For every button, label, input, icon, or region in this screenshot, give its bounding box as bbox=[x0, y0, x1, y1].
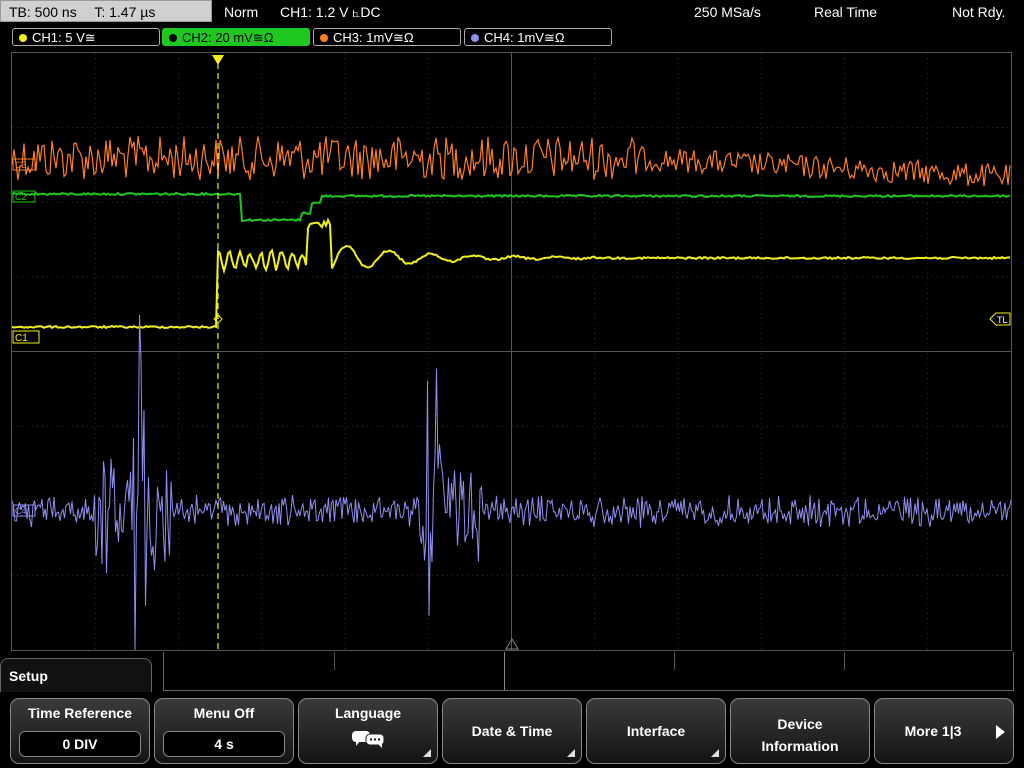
trigger-mode[interactable]: Norm bbox=[224, 0, 258, 24]
bottom-panel: Setup Time Reference 0 DIV Menu Off 4 s … bbox=[0, 652, 1024, 768]
top-status-bar: TB: 500 ns T: 1.47 µs Norm CH1: 1.2 V ⦜D… bbox=[0, 0, 1024, 24]
menu-off-softkey[interactable]: Menu Off 4 s bbox=[154, 698, 294, 764]
submenu-indicator-icon bbox=[711, 749, 719, 757]
submenu-indicator-icon bbox=[567, 749, 575, 757]
overview-center-line bbox=[504, 652, 505, 690]
overview-tick bbox=[674, 652, 675, 670]
channel-3-label: CH3: 1mV≅Ω bbox=[333, 30, 414, 45]
trigger-position-marker-icon[interactable] bbox=[212, 55, 224, 65]
chat-bubbles-icon bbox=[299, 729, 437, 752]
interface-label: Interface bbox=[626, 723, 686, 739]
acquisition-mode: Real Time bbox=[814, 4, 878, 20]
channel-2-button[interactable]: CH2: 20 mV≅Ω bbox=[162, 28, 310, 46]
setup-menu-tab[interactable]: Setup bbox=[0, 658, 152, 692]
svg-text:C4: C4 bbox=[15, 506, 27, 516]
channel-1-offset-marker[interactable]: C1 bbox=[12, 330, 40, 344]
interface-softkey[interactable]: Interface bbox=[586, 698, 726, 764]
more-softkey[interactable]: More 1|3 bbox=[874, 698, 1014, 764]
overview-tick bbox=[334, 652, 335, 670]
channel-3-indicator-icon bbox=[320, 34, 328, 42]
svg-text:TL: TL bbox=[997, 315, 1008, 325]
acquisition-status: Not Rdy. bbox=[952, 4, 1006, 20]
timebase-box[interactable]: TB: 500 ns T: 1.47 µs bbox=[0, 0, 212, 22]
language-label: Language bbox=[334, 705, 402, 721]
waveform-canvas: C3 C2 C1 C4 TL bbox=[12, 53, 1011, 650]
date-time-label: Date & Time bbox=[471, 723, 553, 739]
horizontal-overview-bar bbox=[163, 652, 1014, 691]
channel-4-button[interactable]: CH4: 1mV≅Ω bbox=[464, 28, 612, 46]
svg-text:C2: C2 bbox=[15, 192, 27, 202]
channel-4-offset-marker[interactable]: C4 bbox=[12, 504, 36, 517]
overview-tick bbox=[844, 652, 845, 670]
graticule bbox=[12, 53, 1011, 650]
svg-text:C3: C3 bbox=[15, 160, 27, 170]
submenu-indicator-icon bbox=[423, 749, 431, 757]
device-information-softkey[interactable]: Device Information bbox=[730, 698, 870, 764]
device-information-line1: Device bbox=[777, 716, 823, 732]
softkey-bar: Time Reference 0 DIV Menu Off 4 s Langua… bbox=[0, 698, 1024, 768]
waveform-display[interactable]: C3 C2 C1 C4 TL bbox=[11, 52, 1012, 651]
channel-2-indicator-icon bbox=[169, 34, 177, 42]
svg-text:C1: C1 bbox=[15, 333, 28, 344]
channel-1-label: CH1: 5 V≅ bbox=[32, 30, 96, 45]
trigger-level-marker[interactable]: TL bbox=[989, 312, 1011, 326]
channel-1-button[interactable]: CH1: 5 V≅ bbox=[12, 28, 160, 46]
more-label: More 1|3 bbox=[904, 723, 962, 739]
timebase-readout: TB: 500 ns bbox=[9, 4, 77, 20]
channel-2-label: CH2: 20 mV≅Ω bbox=[182, 30, 274, 45]
channel-4-label: CH4: 1mV≅Ω bbox=[484, 30, 565, 45]
menu-off-value: 4 s bbox=[163, 731, 285, 757]
next-page-arrow-icon bbox=[996, 725, 1005, 739]
time-reference-softkey[interactable]: Time Reference 0 DIV bbox=[10, 698, 150, 764]
channel-2-offset-marker[interactable]: C2 bbox=[12, 190, 36, 203]
time-reference-value: 0 DIV bbox=[19, 731, 141, 757]
sample-rate: 250 MSa/s bbox=[694, 4, 761, 20]
language-softkey[interactable]: Language bbox=[298, 698, 438, 764]
trigger-info[interactable]: CH1: 1.2 V ⦜DC bbox=[280, 0, 381, 24]
channel-4-indicator-icon bbox=[471, 34, 479, 42]
trigger-time-readout: T: 1.47 µs bbox=[94, 4, 156, 20]
menu-off-label: Menu Off bbox=[193, 705, 255, 721]
device-information-label: Device Information bbox=[731, 713, 869, 757]
device-information-line2: Information bbox=[761, 738, 839, 754]
channel-1-indicator-icon bbox=[19, 34, 27, 42]
channel-bar: CH1: 5 V≅ CH2: 20 mV≅Ω CH3: 1mV≅Ω CH4: 1… bbox=[0, 26, 1024, 48]
channel-3-button[interactable]: CH3: 1mV≅Ω bbox=[313, 28, 461, 46]
date-time-softkey[interactable]: Date & Time bbox=[442, 698, 582, 764]
time-reference-label: Time Reference bbox=[27, 705, 132, 721]
